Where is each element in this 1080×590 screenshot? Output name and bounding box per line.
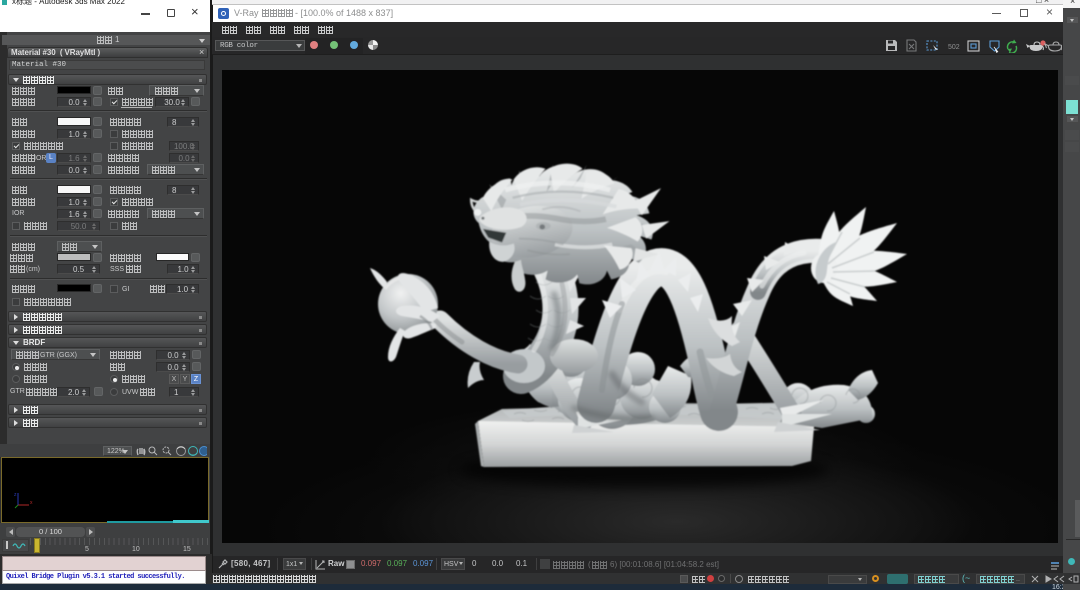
svg-text:x: x: [30, 500, 33, 506]
svg-text:502: 502: [948, 44, 960, 51]
svg-text:z: z: [14, 492, 17, 498]
